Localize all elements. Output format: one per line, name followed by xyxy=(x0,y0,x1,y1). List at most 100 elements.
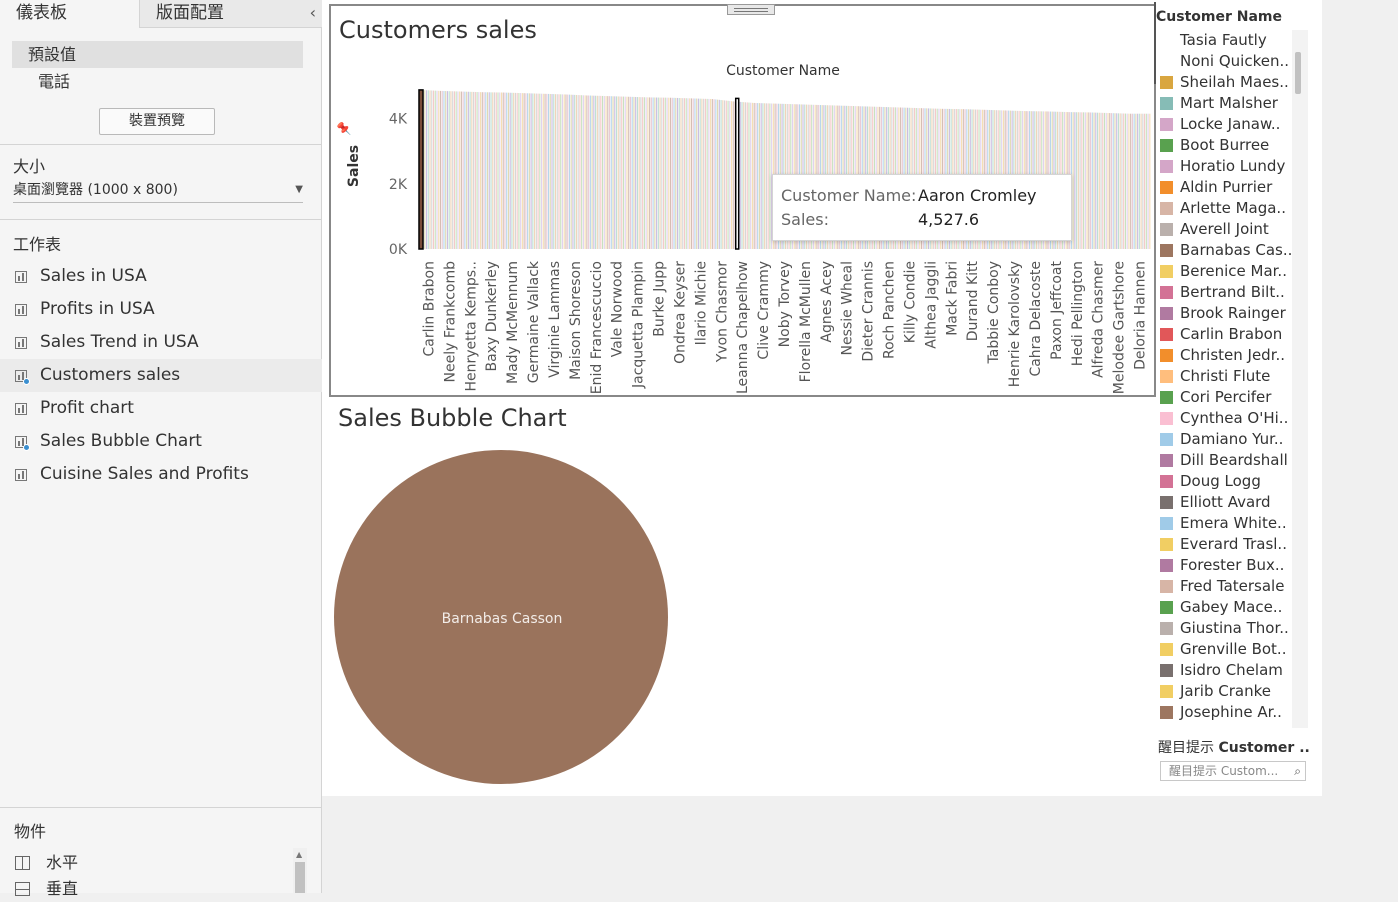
legend-item[interactable]: Noni Quicken.. xyxy=(1156,51,1291,72)
legend-item[interactable]: Dill Beardshall xyxy=(1156,450,1291,471)
legend-item[interactable]: Jarib Cranke xyxy=(1156,681,1291,702)
bar xyxy=(1103,112,1106,250)
bar xyxy=(445,91,447,249)
x-tick-label: Tabbie Conboy xyxy=(986,261,1002,365)
legend-item[interactable]: Forester Bux.. xyxy=(1156,555,1291,576)
bar xyxy=(767,103,769,249)
legend-item[interactable]: Bertrand Bilt.. xyxy=(1156,282,1291,303)
scroll-up-icon[interactable]: ▲ xyxy=(296,850,302,859)
sheet-item[interactable]: Sales Trend in USA xyxy=(0,326,322,359)
bar xyxy=(701,98,703,250)
device-phone-item[interactable]: 電話 xyxy=(38,70,70,94)
sheet-item[interactable]: Customers sales xyxy=(0,359,322,392)
objects-scrollbar[interactable]: ▲ xyxy=(293,848,307,893)
device-default-item[interactable]: 預設值 xyxy=(12,41,303,68)
legend-item[interactable]: Tasia Fautly xyxy=(1156,30,1291,51)
x-tick-label: Paxon Jeffcoat xyxy=(1049,260,1065,359)
x-tick-label: Roch Panchen xyxy=(882,261,898,359)
x-tick-label: Noby Torvey xyxy=(777,261,793,347)
legend-item[interactable]: Gabey Mace.. xyxy=(1156,597,1291,618)
bar xyxy=(516,92,518,249)
object-vertical[interactable]: 垂直 xyxy=(0,876,300,902)
legend-scrollbar[interactable] xyxy=(1292,30,1308,728)
legend-item[interactable]: Barnabas Cas.. xyxy=(1156,240,1291,261)
legend-item[interactable]: Sheilah Maes.. xyxy=(1156,72,1291,93)
legend-item[interactable]: Elliott Avard xyxy=(1156,492,1291,513)
bar xyxy=(636,97,638,249)
bar xyxy=(523,93,525,249)
legend-item[interactable]: Brook Rainger xyxy=(1156,303,1291,324)
sales-bubble-chart[interactable]: Barnabas Casson xyxy=(322,440,682,790)
legend-item[interactable]: Berenice Mar.. xyxy=(1156,261,1291,282)
legend-item-label: Boot Burree xyxy=(1180,136,1270,154)
legend-item[interactable]: Emera White.. xyxy=(1156,513,1291,534)
bar xyxy=(706,98,708,249)
legend-item[interactable]: Doug Logg xyxy=(1156,471,1291,492)
legend-swatch xyxy=(1160,349,1173,362)
customers-sales-sheet[interactable]: Customers sales Customer Name Sales 📌 0K 2K 4… xyxy=(329,4,1156,397)
bar xyxy=(1095,112,1097,250)
legend-item[interactable]: Damiano Yur.. xyxy=(1156,429,1291,450)
bar xyxy=(432,90,435,249)
tab-layout[interactable]: 版面配置 ‹ xyxy=(139,0,322,28)
legend-item[interactable]: Isidro Chelam xyxy=(1156,660,1291,681)
legend-item[interactable]: Arlette Maga.. xyxy=(1156,198,1291,219)
legend-item[interactable]: Horatio Lundy xyxy=(1156,156,1291,177)
bar xyxy=(746,102,748,250)
legend-item[interactable]: Aldin Purrier xyxy=(1156,177,1291,198)
legend-item[interactable]: Everard Trasl.. xyxy=(1156,534,1291,555)
legend-item[interactable]: Christen Jedr.. xyxy=(1156,345,1291,366)
tab-dashboard[interactable]: 儀表板 xyxy=(0,0,139,28)
collapse-panel-icon[interactable]: ‹ xyxy=(310,0,316,26)
bar xyxy=(534,93,536,249)
x-tick-label: Cahra Delacoste xyxy=(1028,261,1044,377)
legend-item[interactable]: Mart Malsher xyxy=(1156,93,1291,114)
bar xyxy=(1131,113,1133,250)
bar xyxy=(518,93,520,249)
x-tick-label: Maison Shoreson xyxy=(568,261,584,380)
bar xyxy=(476,92,478,249)
bar xyxy=(685,98,687,249)
legend-item[interactable]: Christi Flute xyxy=(1156,366,1291,387)
scrollbar-thumb[interactable] xyxy=(295,862,305,893)
bar xyxy=(528,93,530,249)
bar xyxy=(478,92,480,249)
legend-item[interactable]: Carlin Brabon xyxy=(1156,324,1291,345)
bar xyxy=(570,94,572,249)
tooltip-name-key: Customer Name: xyxy=(781,186,917,205)
sheet-item[interactable]: Sales in USA xyxy=(0,260,322,293)
x-tick-label: Ondrea Keyser xyxy=(672,261,688,364)
bar xyxy=(617,96,619,250)
scrollbar-thumb[interactable] xyxy=(1295,52,1301,94)
bar xyxy=(1100,112,1102,249)
bar xyxy=(596,95,598,249)
bar xyxy=(577,95,579,249)
sheet-item[interactable]: Profits in USA xyxy=(0,293,322,326)
legend-item[interactable]: Josephine Ar.. xyxy=(1156,702,1291,723)
device-preview-button[interactable]: 裝置預覽 xyxy=(99,108,215,135)
legend-item[interactable]: Fred Tatersale xyxy=(1156,576,1291,597)
legend-item[interactable]: Locke Janaw.. xyxy=(1156,114,1291,135)
legend-item[interactable]: Boot Burree xyxy=(1156,135,1291,156)
bubble-chart-title: Sales Bubble Chart xyxy=(338,404,567,432)
x-tick-label: Burke Jupp xyxy=(652,261,668,337)
sheet-item[interactable]: Sales Bubble Chart xyxy=(0,425,322,458)
bar xyxy=(1098,112,1100,249)
size-select[interactable]: 桌面瀏覽器 (1000 x 800) ▼ xyxy=(13,179,303,203)
bar xyxy=(757,103,759,249)
legend-item-label: Bertrand Bilt.. xyxy=(1180,283,1285,301)
legend-item[interactable]: Giustina Thor.. xyxy=(1156,618,1291,639)
legend-item[interactable]: Cynthea O'Hi.. xyxy=(1156,408,1291,429)
bar xyxy=(675,97,677,250)
bar xyxy=(668,97,670,250)
sheet-item[interactable]: Profit chart xyxy=(0,392,322,425)
bar xyxy=(678,98,680,249)
legend-item[interactable]: Averell Joint xyxy=(1156,219,1291,240)
bar xyxy=(1135,113,1137,250)
sheet-item[interactable]: Cuisine Sales and Profits xyxy=(0,458,322,491)
size-select-value: 桌面瀏覽器 (1000 x 800) xyxy=(13,182,178,198)
legend-item[interactable]: Grenville Bot.. xyxy=(1156,639,1291,660)
legend-item[interactable]: Cori Percifer xyxy=(1156,387,1291,408)
object-horizontal[interactable]: 水平 xyxy=(0,850,300,876)
highlighter-search-input[interactable]: 醒目提示 Custom... ⌕ xyxy=(1160,761,1306,781)
